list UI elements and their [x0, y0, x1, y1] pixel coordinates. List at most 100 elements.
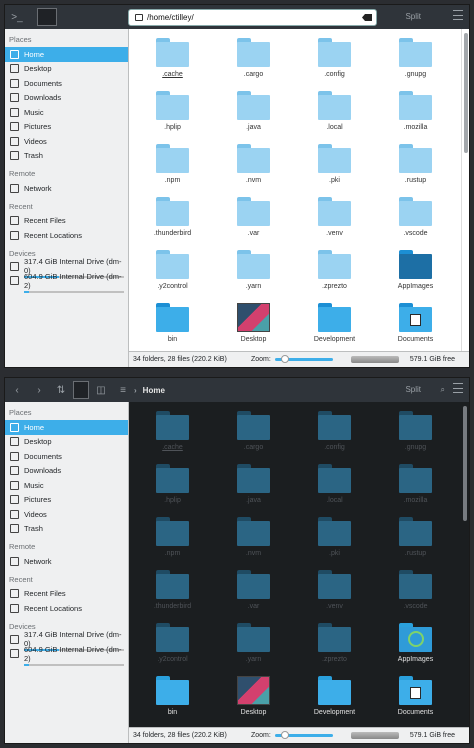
file-item[interactable]: AppImages	[375, 246, 456, 299]
forward-icon[interactable]: ›	[29, 381, 49, 399]
file-item[interactable]: AppImages	[375, 619, 456, 672]
hamburger-menu-icon[interactable]	[453, 10, 463, 20]
split-button[interactable]: Split	[405, 385, 421, 394]
sidebar-item-downloads[interactable]: Downloads	[5, 91, 128, 106]
file-item[interactable]: .vscode	[375, 193, 456, 246]
file-item[interactable]: .y2control	[132, 619, 213, 672]
sidebar-item-recent-files[interactable]: Recent Files	[5, 587, 128, 602]
file-item[interactable]: Desktop	[213, 672, 294, 725]
sidebar-item-network[interactable]: Network	[5, 554, 128, 569]
sidebar-item-documents[interactable]: Documents	[5, 76, 128, 91]
split-button[interactable]: Split	[405, 12, 421, 21]
scrollbar-thumb[interactable]	[463, 406, 467, 521]
file-item[interactable]: Documents	[375, 672, 456, 725]
folder-body	[399, 254, 432, 279]
file-item[interactable]: bin	[132, 299, 213, 351]
sidebar-item-home[interactable]: Home	[5, 47, 128, 62]
sort-icon[interactable]: ⇅	[51, 381, 71, 399]
file-item[interactable]: .thunderbird	[132, 566, 213, 619]
file-item[interactable]: .venv	[294, 193, 375, 246]
file-item[interactable]: .thunderbird	[132, 193, 213, 246]
sidebar-item-network[interactable]: Network	[5, 181, 128, 196]
preview-icon[interactable]: ◫	[91, 381, 111, 399]
sidebar-item-recent-files[interactable]: Recent Files	[5, 214, 128, 229]
sidebar-item-drive[interactable]: 604.9 GiB Internal Drive (dm-2)	[5, 645, 128, 666]
sidebar-item-desktop[interactable]: Desktop	[5, 62, 128, 77]
clear-location-icon[interactable]	[362, 14, 372, 21]
sidebar-item-music[interactable]: Music	[5, 478, 128, 493]
file-item[interactable]: .var	[213, 566, 294, 619]
file-item[interactable]: .pki	[294, 140, 375, 193]
view-mode-button[interactable]	[73, 381, 89, 399]
zoom-slider-handle[interactable]	[280, 731, 289, 739]
sidebar-item-trash[interactable]: Trash	[5, 522, 128, 537]
file-item[interactable]: .config	[294, 407, 375, 460]
file-item[interactable]: .cargo	[213, 34, 294, 87]
file-item[interactable]: Desktop	[213, 299, 294, 351]
view-mode-button[interactable]	[37, 8, 57, 26]
breadcrumb-home[interactable]: Home	[143, 386, 165, 395]
sidebar-item-recent-locations[interactable]: Recent Locations	[5, 601, 128, 616]
file-item[interactable]: .venv	[294, 566, 375, 619]
file-item[interactable]: .yarn	[213, 246, 294, 299]
sidebar-item-videos[interactable]: Videos	[5, 134, 128, 149]
file-item[interactable]: .rustup	[375, 513, 456, 566]
scrollbar-thumb[interactable]	[464, 33, 468, 153]
file-item[interactable]: .hplip	[132, 87, 213, 140]
file-item[interactable]: .cargo	[213, 407, 294, 460]
breadcrumb[interactable]: › Home	[128, 382, 377, 399]
file-item[interactable]: .java	[213, 87, 294, 140]
file-item[interactable]: .gnupg	[375, 34, 456, 87]
file-item[interactable]: .vscode	[375, 566, 456, 619]
zoom-slider-handle[interactable]	[280, 355, 289, 363]
file-item[interactable]: .yarn	[213, 619, 294, 672]
sidebar-section-title: Places	[9, 408, 32, 417]
zoom-slider[interactable]	[274, 355, 333, 363]
sidebar-item-downloads[interactable]: Downloads	[5, 464, 128, 479]
file-item[interactable]: .config	[294, 34, 375, 87]
sidebar-item-recent-locations[interactable]: Recent Locations	[5, 228, 128, 243]
file-item[interactable]: .hplip	[132, 460, 213, 513]
sidebar-item-trash[interactable]: Trash	[5, 149, 128, 164]
file-item[interactable]: .npm	[132, 513, 213, 566]
file-item[interactable]: .mozilla	[375, 87, 456, 140]
sidebar-item-desktop[interactable]: Desktop	[5, 435, 128, 450]
file-item[interactable]: Development	[294, 672, 375, 725]
file-item[interactable]: .nvm	[213, 513, 294, 566]
file-item[interactable]: bin	[132, 672, 213, 725]
file-item[interactable]: .npm	[132, 140, 213, 193]
file-item[interactable]: .nvm	[213, 140, 294, 193]
file-item[interactable]: .cache	[132, 34, 213, 87]
back-icon[interactable]: ‹	[7, 381, 27, 399]
sidebar-item-drive[interactable]: 604.9 GiB Internal Drive (dm-2)	[5, 272, 128, 293]
file-item[interactable]: Development	[294, 299, 375, 351]
zoom-slider[interactable]	[274, 731, 333, 739]
scrollbar[interactable]	[461, 402, 469, 727]
file-item[interactable]: Documents	[375, 299, 456, 351]
search-icon[interactable]: ⌕	[441, 385, 445, 395]
sidebar-item-pictures[interactable]: Pictures	[5, 120, 128, 135]
location-bar[interactable]: /home/ctilley/	[128, 9, 377, 26]
file-item[interactable]: .zprezto	[294, 619, 375, 672]
folder-icon	[156, 91, 189, 120]
file-item[interactable]: .var	[213, 193, 294, 246]
file-item[interactable]: .rustup	[375, 140, 456, 193]
file-item[interactable]: .pki	[294, 513, 375, 566]
file-item[interactable]: .cache	[132, 407, 213, 460]
file-item[interactable]: .mozilla	[375, 460, 456, 513]
terminal-icon[interactable]: >_	[7, 8, 27, 26]
file-item[interactable]: .local	[294, 87, 375, 140]
sidebar-item-pictures[interactable]: Pictures	[5, 493, 128, 508]
sidebar-item-music[interactable]: Music	[5, 105, 128, 120]
file-item[interactable]: .y2control	[132, 246, 213, 299]
file-item[interactable]: .local	[294, 460, 375, 513]
hamburger-menu-icon[interactable]	[453, 383, 463, 393]
file-item[interactable]: .gnupg	[375, 407, 456, 460]
sidebar-item-home[interactable]: Home	[5, 420, 128, 435]
sidebar-item-documents[interactable]: Documents	[5, 449, 128, 464]
scrollbar[interactable]	[461, 29, 469, 351]
toolbar: >_ /home/ctilley/ Split	[5, 5, 469, 29]
file-item[interactable]: .zprezto	[294, 246, 375, 299]
file-item[interactable]: .java	[213, 460, 294, 513]
sidebar-item-videos[interactable]: Videos	[5, 507, 128, 522]
